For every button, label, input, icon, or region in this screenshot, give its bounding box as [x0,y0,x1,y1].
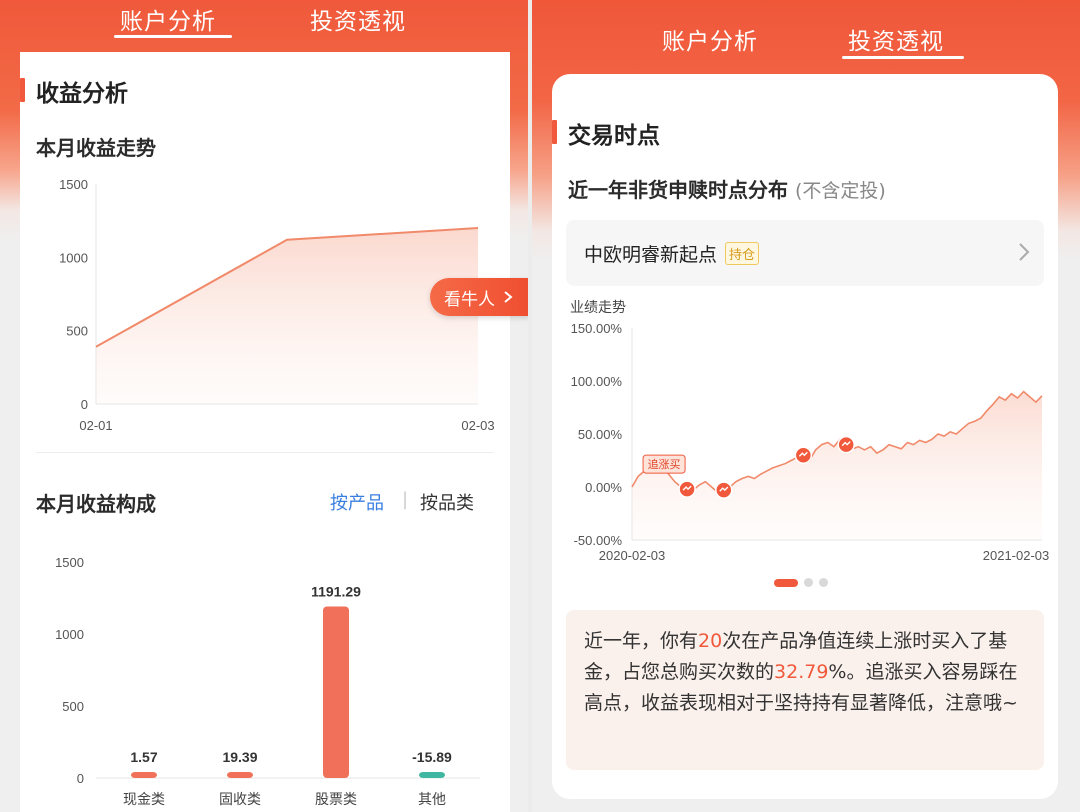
distribution-title: 近一年非货申赎时点分布 (不含定投) [568,174,886,203]
y-tick-label: 0 [81,397,88,412]
bar [227,772,253,778]
category-label: 现金类 [123,792,165,808]
bar-value-label: 1.57 [130,749,157,765]
category-label: 股票类 [315,792,357,808]
y-tick-label: 1000 [59,250,88,265]
note-text-1: 近一年，你有 [584,630,699,652]
account-analysis-panel: 账户分析 投资透视 收益分析 本月收益走势 0 500 1000 1500 02-01 0… [0,0,528,812]
toggle-separator: | [402,489,409,510]
chart-title: 业绩走势 [570,300,626,316]
x-tick-label: 02-01 [79,418,112,433]
category-label: 其他 [418,792,446,808]
active-tab-underline [114,35,232,38]
performance-trend-chart: 业绩走势 -50.00% 0.00% 50.00% 100.00% 150.00% 追涨买 2… [570,300,1050,560]
insight-note: 近一年，你有20次在产品净值连续上涨时买入了基金，占您总购买次数的32.79%。… [566,610,1044,770]
fund-selector[interactable]: 中欧明睿新起点 持仓 [566,220,1044,286]
distribution-note: (不含定投) [794,180,886,202]
active-tab-underline [842,56,964,59]
monthly-profit-composition-chart: 0 500 1000 1500 1.57 现金类 19.39 固收类 1191.29 股票类 -15… [55,555,480,808]
see-experts-button[interactable]: 看牛人 [430,278,528,316]
page-dot[interactable] [819,578,828,587]
y-tick-label: 500 [62,699,84,714]
note-count: 20 [698,630,723,652]
section-accent-bar [20,78,25,102]
y-tick-label: 0.00% [585,480,622,495]
bar-value-label: 1191.29 [311,583,361,599]
tab-investment-insight[interactable]: 投资透视 [848,22,944,56]
page-indicator [774,578,828,587]
bar [131,772,157,778]
chevron-right-icon [504,291,513,303]
holding-badge: 持仓 [725,241,760,265]
buy-marker [678,480,696,498]
trend-title: 本月收益走势 [36,136,156,160]
y-tick-label: 1500 [55,555,84,570]
bar-value-label: 19.39 [222,749,257,765]
y-tick-label: 1000 [55,627,84,642]
trade-timing-card: 交易时点 近一年非货申赎时点分布 (不含定投) 中欧明睿新起点 持仓 业绩走势 -… [552,74,1058,799]
y-tick-label: 50.00% [578,427,623,442]
page-dot[interactable] [804,578,813,587]
page-dot-active[interactable] [774,578,798,587]
tab-investment-insight[interactable]: 投资透视 [310,2,406,36]
toggle-by-category[interactable]: 按品类 [420,489,474,515]
toggle-by-product[interactable]: 按产品 [330,489,384,515]
x-tick-label: 2020-02-03 [599,548,666,560]
divider [36,452,494,453]
investment-insight-panel: 账户分析 投资透视 交易时点 近一年非货申赎时点分布 (不含定投) 中欧明睿新起… [532,0,1080,812]
trend-area [96,228,478,404]
y-tick-label: 0 [77,771,84,786]
section-accent-bar [552,120,557,144]
fund-name: 中欧明睿新起点 [584,243,718,266]
tab-account-analysis[interactable]: 账户分析 [662,22,758,56]
buy-marker [794,446,813,464]
composition-title: 本月收益构成 [36,492,156,516]
distribution-title-text: 近一年非货申赎时点分布 [568,178,788,202]
section-title: 收益分析 [36,81,128,107]
y-tick-label: 500 [66,324,88,339]
y-tick-label: 1500 [59,177,88,192]
tab-account-analysis[interactable]: 账户分析 [120,2,216,36]
performance-area [632,391,1042,540]
buy-marker-label: 追涨买 [648,457,681,471]
y-tick-label: 100.00% [571,374,623,389]
x-tick-label: 2021-02-03 [983,548,1050,560]
y-tick-label: -50.00% [574,533,623,548]
y-tick-label: 150.00% [571,321,623,336]
buy-marker [715,481,733,499]
bar [323,606,349,778]
note-percent: 32.79 [774,661,829,683]
category-label: 固收类 [219,792,261,808]
section-title: 交易时点 [568,123,660,149]
chevron-right-icon [1019,243,1030,261]
see-experts-label: 看牛人 [444,289,495,310]
buy-marker [837,435,855,454]
bar-value-label: -15.89 [412,749,452,765]
x-tick-label: 02-03 [461,418,494,433]
profit-analysis-card: 收益分析 本月收益走势 0 500 1000 1500 02-01 02-03 本月收益构… [20,52,510,812]
bar [419,772,445,778]
